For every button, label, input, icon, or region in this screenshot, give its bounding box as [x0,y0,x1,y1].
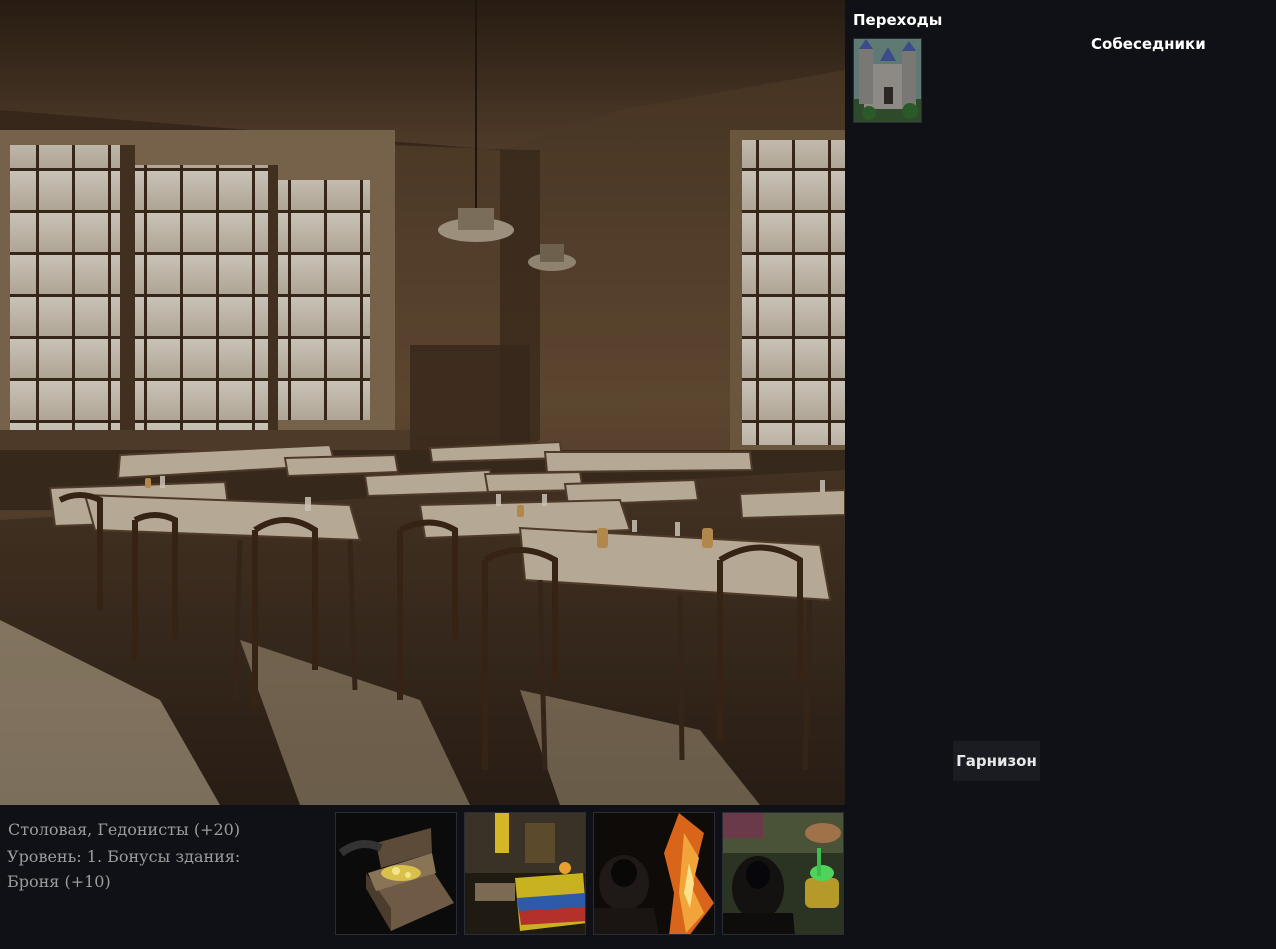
hooded-figure-cauldron-icon[interactable] [722,812,844,935]
transitions-heading: Переходы [853,11,943,29]
game-screen: Столовая, Гедонисты (+20) Уровень: 1. Бо… [0,0,1276,949]
castle-icon[interactable] [853,38,922,123]
merchant-stall-icon[interactable] [464,812,586,935]
location-scene-image [0,0,845,805]
building-info: Столовая, Гедонисты (+20) Уровень: 1. Бо… [7,817,327,894]
building-bonus: Броня (+10) [7,872,111,891]
hooded-figure-fire-icon[interactable] [593,812,715,935]
action-bar [335,812,847,937]
building-name: Столовая, Гедонисты (+20) [8,820,241,839]
building-level: Уровень: 1. Бонусы здания: [7,847,241,866]
companions-heading: Собеседники [1091,35,1206,53]
treasure-chest-icon[interactable] [335,812,457,935]
garrison-button[interactable]: Гарнизон [953,741,1040,781]
